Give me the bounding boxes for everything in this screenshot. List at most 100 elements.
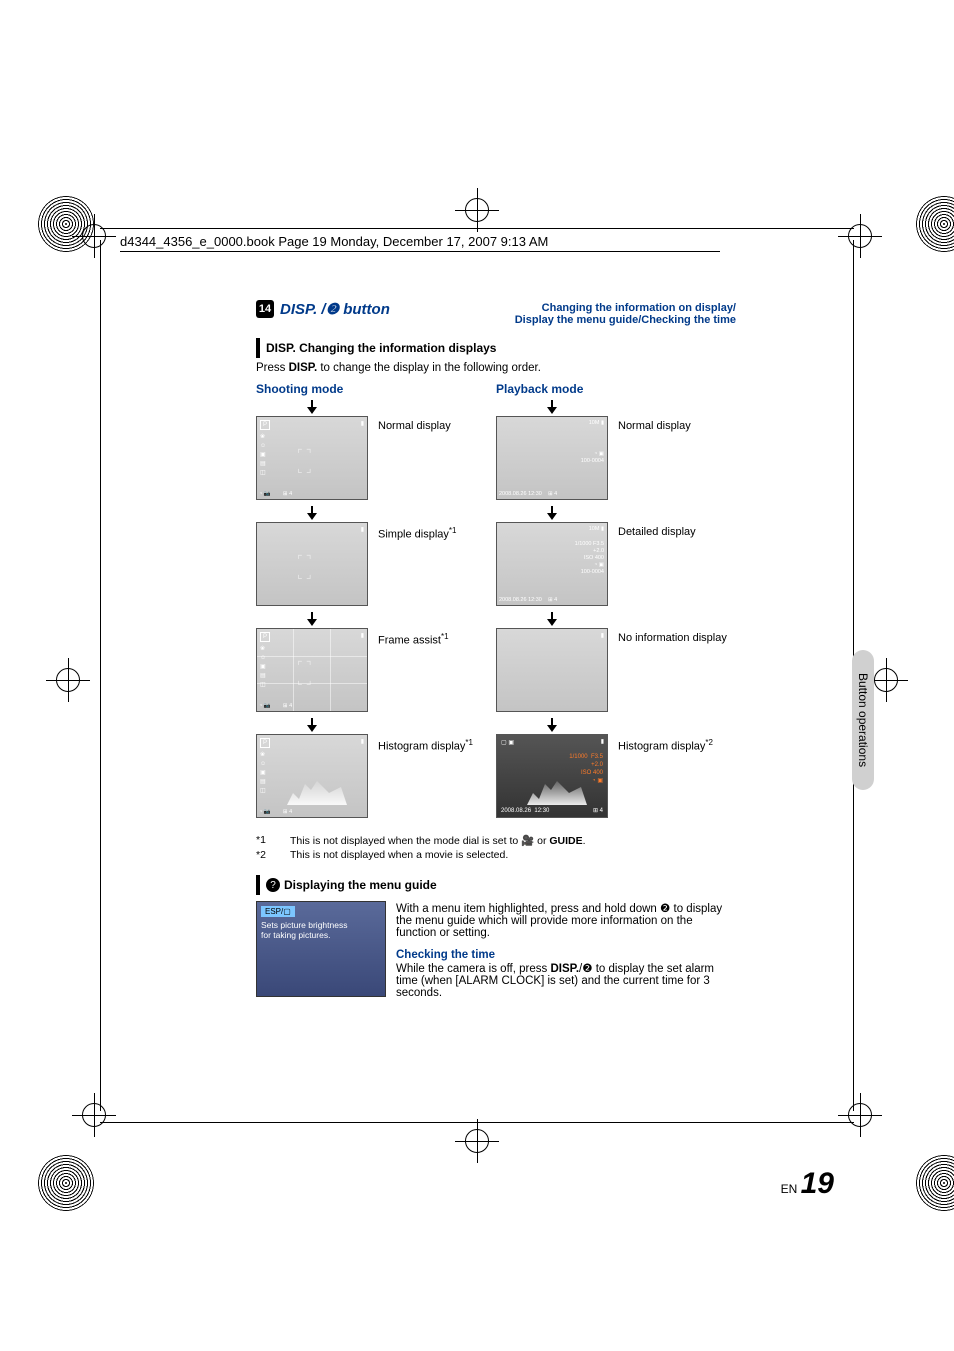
- p-icon: P: [260, 420, 270, 430]
- title-sub-line2: Display the menu guide/Checking the time: [390, 314, 736, 326]
- section-disp-label: DISP.: [266, 341, 296, 355]
- title-button-word: button: [339, 301, 390, 318]
- footnote-1-tag: *1: [256, 834, 290, 847]
- pb-info-top: 10M ▮: [589, 420, 604, 426]
- guide-esp-label: ESP/▢: [261, 906, 295, 917]
- arrow-down-icon: [545, 718, 559, 732]
- histogram-text: Histogram display: [618, 741, 705, 753]
- section-title-rest: Changing the information displays: [299, 341, 496, 355]
- guide-preview-box: ESP/▢ Sets picture brightness for taking…: [256, 901, 386, 997]
- bottom-icons: ◔ 📷 ⊞ 4: [259, 809, 292, 815]
- arrow-down-icon: [305, 400, 319, 414]
- book-header: d4344_4356_e_0000.book Page 19 Monday, D…: [120, 234, 720, 252]
- side-tab: Button operations: [852, 650, 874, 790]
- checking-time-body: While the camera is off, press DISP./❷ t…: [396, 961, 736, 999]
- sup1: *1: [465, 738, 473, 747]
- pb-noinfo-row: ▮ No information display: [496, 628, 736, 712]
- guide-para1: With a menu item highlighted, press and …: [396, 901, 736, 939]
- registration-cross-tl: [74, 216, 114, 256]
- shoot-frame-thumb: P ❀☺▣▤◫ ⌜ ⌝⌞ ⌟ ▮ ◔ 📷 ⊞ 4: [256, 628, 368, 712]
- section-title: DISP. Changing the information displays: [266, 341, 496, 355]
- shoot-frame-label: Frame assist*1: [378, 628, 449, 647]
- movie-icon: 🎥: [521, 835, 534, 847]
- pb-hist-topleft: ▢ ▣: [501, 739, 514, 746]
- page-num-value: 19: [801, 1167, 834, 1200]
- pb-info-mid: ◔ ▣100-0004: [581, 451, 604, 465]
- page-en: EN: [781, 1182, 798, 1196]
- battery-icon: ▮: [361, 420, 364, 427]
- arrow-down-icon: [305, 718, 319, 732]
- pb-detailed-label: Detailed display: [618, 522, 696, 538]
- registration-cross-top: [457, 190, 497, 230]
- shoot-hist-row: P ❀☺▣▤◫ ▮ ◔ 📷 ⊞ 4 Histogram display*1: [256, 734, 496, 818]
- shoot-simple-label: Simple display*1: [378, 522, 456, 541]
- help-icon: ?: [266, 878, 280, 892]
- footnote-2-tag: *2: [256, 849, 290, 861]
- battery-icon: ▮: [601, 738, 604, 745]
- section-number-box: 14: [256, 300, 274, 318]
- shoot-hist-label: Histogram display*1: [378, 734, 473, 753]
- menu-guide-section: ? Displaying the menu guide ESP/▢ Sets p…: [256, 875, 736, 999]
- histogram-text: Histogram display: [378, 741, 465, 753]
- left-icons: ❀☺▣▤◫: [260, 751, 266, 796]
- footnote-1: *1 This is not displayed when the mode d…: [256, 834, 736, 847]
- title-disp: DISP. /: [280, 301, 326, 318]
- help-icon: ❷: [326, 301, 339, 318]
- guide-text-column: With a menu item highlighted, press and …: [396, 901, 736, 999]
- section-body-suffix: to change the display in the following o…: [317, 362, 541, 374]
- sup1: *1: [449, 526, 457, 535]
- help-icon: ❷: [582, 963, 592, 975]
- pb-info-top: 10M ▮: [589, 526, 604, 532]
- af-brackets: ⌜ ⌝⌞ ⌟: [297, 447, 312, 475]
- pb-normal-row: 10M ▮ ◔ ▣100-0004 2008.08.26 12:30 ⊞ 4 N…: [496, 416, 736, 500]
- title-sub-line1: Changing the information on display/: [390, 302, 736, 314]
- pb-normal-thumb: 10M ▮ ◔ ▣100-0004 2008.08.26 12:30 ⊞ 4: [496, 416, 608, 500]
- left-icons: ❀☺▣▤◫: [260, 433, 266, 478]
- title-row: 14 DISP. /❷ button Changing the informat…: [256, 300, 736, 326]
- pb-detailed-row: 10M ▮ 1/1000 F3.5 +2.0 ISO 400 ◔ ▣ 100-0…: [496, 522, 736, 606]
- arrow-down-icon: [305, 612, 319, 626]
- frame-assist-text: Frame assist: [378, 635, 441, 647]
- crop-line-top: [100, 228, 854, 229]
- section-header: DISP. Changing the information displays: [256, 338, 736, 358]
- main-content: 14 DISP. /❷ button Changing the informat…: [256, 300, 736, 999]
- pb-bottom: 2008.08.26 12:30 ⊞ 4: [499, 491, 557, 497]
- p-icon: P: [260, 738, 270, 748]
- pb-detail-stats: 1/1000 F3.5 +2.0 ISO 400 ◔ ▣ 100-0004: [575, 541, 604, 576]
- pb-hist-stats: 1/1000 F3.5 +2.0 ISO 400 ◔ ▣: [569, 753, 603, 785]
- shooting-mode-column: Shooting mode P ❀☺▣▤◫ ⌜ ⌝⌞ ⌟ ▮ ◔ 📷 ⊞ 4 N…: [256, 382, 496, 824]
- simple-display-text: Simple display: [378, 529, 449, 541]
- section-tab-indicator: [256, 338, 260, 358]
- menu-guide-title: Displaying the menu guide: [284, 878, 437, 892]
- shoot-simple-thumb: ⌜ ⌝⌞ ⌟ ▮: [256, 522, 368, 606]
- mode-columns: Shooting mode P ❀☺▣▤◫ ⌜ ⌝⌞ ⌟ ▮ ◔ 📷 ⊞ 4 N…: [256, 382, 736, 824]
- pb-hist-row: ▢ ▣ ▮ 1/1000 F3.5 +2.0 ISO 400 ◔ ▣ 2008.…: [496, 734, 736, 818]
- checking-time-head: Checking the time: [396, 949, 736, 961]
- footnotes: *1 This is not displayed when the mode d…: [256, 834, 736, 861]
- bottom-icons: ◔ 📷 ⊞ 4: [259, 491, 292, 497]
- footnote-1-text: This is not displayed when the mode dial…: [290, 834, 586, 847]
- playback-mode-column: Playback mode 10M ▮ ◔ ▣100-0004 2008.08.…: [496, 382, 736, 824]
- shoot-frame-row: P ❀☺▣▤◫ ⌜ ⌝⌞ ⌟ ▮ ◔ 📷 ⊞ 4 Frame assist*1: [256, 628, 496, 712]
- pb-normal-label: Normal display: [618, 416, 691, 432]
- crop-line-left: [100, 240, 101, 1111]
- crop-line-bottom: [100, 1122, 854, 1123]
- shoot-simple-row: ⌜ ⌝⌞ ⌟ ▮ Simple display*1: [256, 522, 496, 606]
- section-body: Press DISP. to change the display in the…: [256, 362, 736, 374]
- arrow-down-icon: [305, 506, 319, 520]
- registration-cross-br: [840, 1095, 880, 1135]
- section-body-prefix: Press: [256, 362, 289, 374]
- title-main: DISP. /❷ button: [280, 300, 390, 318]
- pb-hist-label: Histogram display*2: [618, 734, 713, 753]
- sup1: *1: [441, 632, 449, 641]
- bottom-icons: ◔ 📷 ⊞ 4: [259, 703, 292, 709]
- shooting-mode-label: Shooting mode: [256, 382, 496, 396]
- shoot-normal-thumb: P ❀☺▣▤◫ ⌜ ⌝⌞ ⌟ ▮ ◔ 📷 ⊞ 4: [256, 416, 368, 500]
- arrow-down-icon: [545, 506, 559, 520]
- af-brackets: ⌜ ⌝⌞ ⌟: [297, 553, 312, 581]
- pb-noinfo-label: No information display: [618, 628, 727, 644]
- grid-overlay: [257, 629, 367, 711]
- pb-detailed-thumb: 10M ▮ 1/1000 F3.5 +2.0 ISO 400 ◔ ▣ 100-0…: [496, 522, 608, 606]
- guide-line2: for taking pictures.: [261, 930, 381, 940]
- pb-hist-date: 2008.08.26 12:30: [501, 808, 549, 814]
